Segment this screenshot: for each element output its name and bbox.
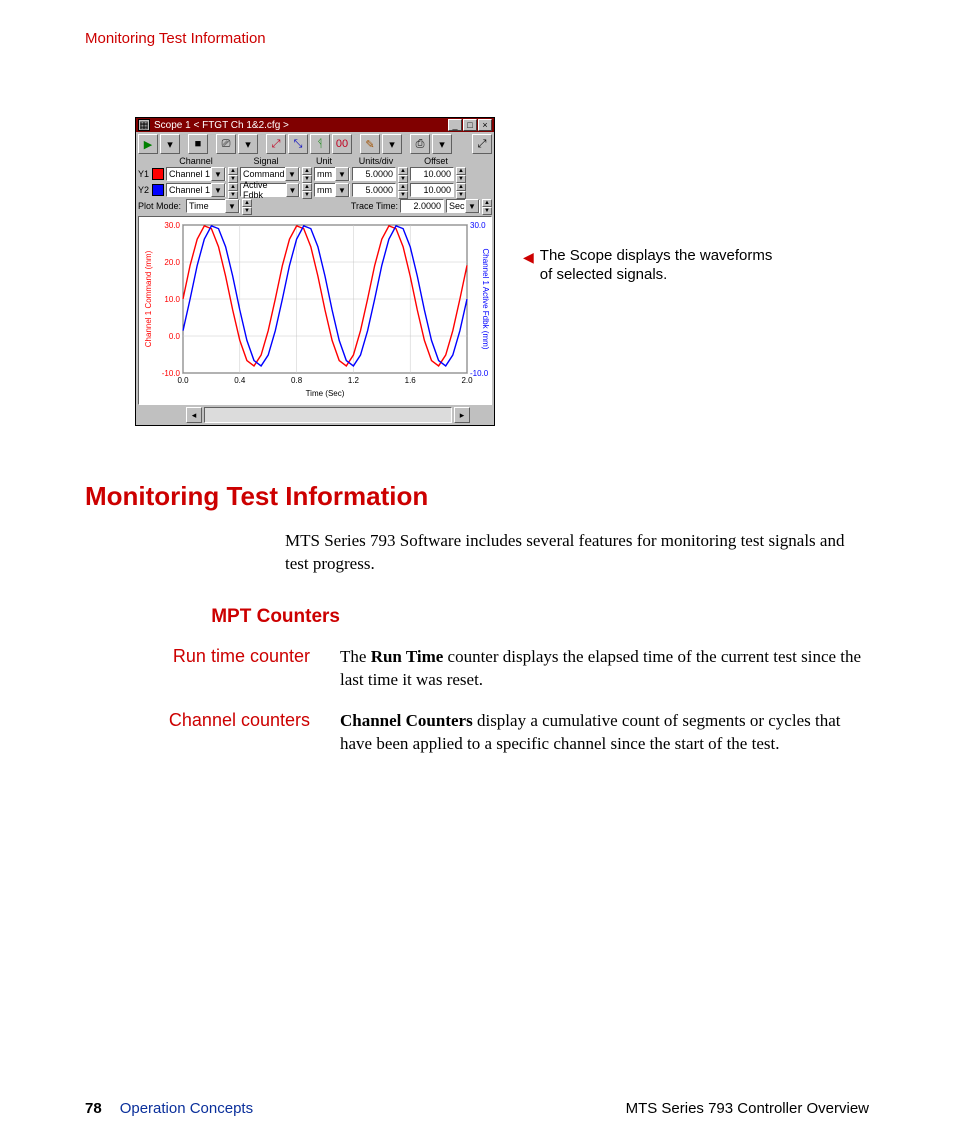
svg-text:-10.0: -10.0	[162, 369, 181, 378]
svg-text:30.0: 30.0	[164, 221, 180, 230]
callout-line2: of selected signals.	[540, 266, 668, 283]
plot-mode-row: Plot Mode: Time▼ ▲▼ Trace Time: 2.0000 S…	[136, 198, 494, 214]
callout-arrow-icon: ◀	[523, 249, 534, 267]
color-swatch-y1[interactable]	[152, 168, 164, 180]
scroll-left-button[interactable]: ◂	[186, 407, 202, 423]
trace-time-label: Trace Time:	[351, 201, 398, 211]
tool-button-2[interactable]: ⤢	[266, 134, 286, 154]
scope-chart: 0.00.40.81.21.62.030.020.010.00.0-10.030…	[138, 216, 492, 405]
svg-text:Channel 1 Active Fdbk (mm): Channel 1 Active Fdbk (mm)	[481, 249, 489, 350]
intro-paragraph: MTS Series 793 Software includes several…	[285, 530, 869, 576]
offset-input-y1[interactable]: 10.000	[410, 167, 454, 181]
row-label: Y2	[138, 185, 150, 195]
scope-plot-svg: 0.00.40.81.21.62.030.020.010.00.0-10.030…	[141, 219, 489, 399]
tool-button-3[interactable]: ⤡	[288, 134, 308, 154]
offset-input-y2[interactable]: 10.000	[410, 183, 454, 197]
tool-button-5[interactable]: 00	[332, 134, 352, 154]
scroll-track[interactable]	[204, 407, 452, 423]
unitsdiv-input-y1[interactable]: 5.0000	[352, 167, 396, 181]
signal-spinner-y2[interactable]: ▲▼	[302, 183, 312, 197]
plot-mode-dropdown[interactable]: Time▼	[186, 199, 240, 213]
scroll-bar: ◂ ▸	[136, 407, 494, 425]
svg-text:1.2: 1.2	[348, 376, 360, 385]
offset-spinner-y2[interactable]: ▲▼	[456, 183, 466, 197]
def-row-chcnt: Channel counters Channel Counters displa…	[85, 710, 869, 756]
svg-text:0.8: 0.8	[291, 376, 303, 385]
plot-mode-label: Plot Mode:	[138, 201, 184, 211]
channel-spinner-y1[interactable]: ▲▼	[228, 167, 238, 181]
signal-row-y2: Y2 Channel 1▼ ▲▼ Active Fdbk▼ ▲▼ mm▼ 5.0…	[136, 182, 494, 198]
print-button[interactable]: ⎙	[410, 134, 430, 154]
dropdown-button-2[interactable]: ▾	[238, 134, 258, 154]
footer-section: Operation Concepts	[120, 1100, 253, 1117]
svg-text:0.0: 0.0	[169, 332, 181, 341]
offset-spinner-y1[interactable]: ▲▼	[456, 167, 466, 181]
row-label: Y1	[138, 169, 150, 179]
tool-button-4[interactable]: ᛩ	[310, 134, 330, 154]
color-swatch-y2[interactable]	[152, 184, 164, 196]
svg-text:Channel 1 Command (mm): Channel 1 Command (mm)	[144, 250, 153, 347]
tool-button-6[interactable]: ✎	[360, 134, 380, 154]
signal-dropdown-y2[interactable]: Active Fdbk▼	[240, 183, 300, 197]
signal-dropdown-y1[interactable]: Command▼	[240, 167, 300, 181]
close-button[interactable]: ×	[478, 119, 492, 131]
channel-dropdown-y1[interactable]: Channel 1▼	[166, 167, 226, 181]
def-term-runtime: Run time counter	[85, 646, 340, 667]
minimize-button[interactable]: _	[448, 119, 462, 131]
scope-window: ▦ Scope 1 < FTGT Ch 1&2.cfg > _ □ × ▶ ▾ …	[135, 117, 495, 426]
figure-row: ▦ Scope 1 < FTGT Ch 1&2.cfg > _ □ × ▶ ▾ …	[135, 117, 869, 426]
unit-dropdown-y1[interactable]: mm▼	[314, 167, 350, 181]
def-term-chcnt: Channel counters	[85, 710, 340, 731]
toolbar: ▶ ▾ ■ ⎚ ▾ ⤢ ⤡ ᛩ 00 ✎ ▾ ⎙ ▾ ⤢	[136, 132, 494, 156]
callout: ◀ The Scope displays the waveforms of se…	[523, 247, 772, 285]
svg-text:10.0: 10.0	[164, 295, 180, 304]
titlebar: ▦ Scope 1 < FTGT Ch 1&2.cfg > _ □ ×	[136, 118, 494, 132]
section-heading: Monitoring Test Information	[85, 481, 869, 512]
svg-text:20.0: 20.0	[164, 258, 180, 267]
column-headers: Channel Signal Unit Units/div Offset	[136, 156, 494, 166]
def-row-runtime: Run time counter The Run Time counter di…	[85, 646, 869, 692]
maximize-button[interactable]: □	[463, 119, 477, 131]
dropdown-button-4[interactable]: ▾	[432, 134, 452, 154]
channel-dropdown-y2[interactable]: Channel 1▼	[166, 183, 226, 197]
trace-time-input[interactable]: 2.0000	[400, 199, 444, 213]
dropdown-button[interactable]: ▾	[160, 134, 180, 154]
unitsdiv-input-y2[interactable]: 5.0000	[352, 183, 396, 197]
expand-button[interactable]: ⤢	[472, 134, 492, 154]
svg-text:Time (Sec): Time (Sec)	[306, 389, 345, 398]
trace-time-unit-dropdown[interactable]: Sec▼	[446, 199, 480, 213]
page-number: 78	[85, 1100, 102, 1117]
running-header: Monitoring Test Information	[85, 30, 869, 47]
def-body-runtime: The Run Time counter displays the elapse…	[340, 646, 869, 692]
stop-button[interactable]: ■	[188, 134, 208, 154]
scroll-right-button[interactable]: ▸	[454, 407, 470, 423]
unit-dropdown-y2[interactable]: mm▼	[314, 183, 350, 197]
svg-text:30.0: 30.0	[470, 221, 486, 230]
signal-row-y1: Y1 Channel 1▼ ▲▼ Command▼ ▲▼ mm▼ 5.0000 …	[136, 166, 494, 182]
def-body-chcnt: Channel Counters display a cumulative co…	[340, 710, 869, 756]
unitsdiv-spinner-y1[interactable]: ▲▼	[398, 167, 408, 181]
plot-mode-spinner[interactable]: ▲▼	[242, 199, 252, 213]
dropdown-button-3[interactable]: ▾	[382, 134, 402, 154]
signal-spinner-y1[interactable]: ▲▼	[302, 167, 312, 181]
svg-text:-10.0: -10.0	[470, 369, 489, 378]
trace-time-spinner[interactable]: ▲▼	[482, 199, 492, 213]
svg-text:0.4: 0.4	[234, 376, 246, 385]
callout-line1: The Scope displays the waveforms	[540, 247, 773, 264]
footer: 78 Operation Concepts MTS Series 793 Con…	[85, 1100, 869, 1117]
sub-heading: MPT Counters	[85, 606, 340, 628]
footer-doc-title: MTS Series 793 Controller Overview	[626, 1100, 869, 1117]
tool-button-1[interactable]: ⎚	[216, 134, 236, 154]
scope-app-icon: ▦	[138, 119, 150, 131]
channel-spinner-y2[interactable]: ▲▼	[228, 183, 238, 197]
svg-text:1.6: 1.6	[405, 376, 417, 385]
window-title: Scope 1 < FTGT Ch 1&2.cfg >	[154, 120, 447, 131]
play-button[interactable]: ▶	[138, 134, 158, 154]
unitsdiv-spinner-y2[interactable]: ▲▼	[398, 183, 408, 197]
